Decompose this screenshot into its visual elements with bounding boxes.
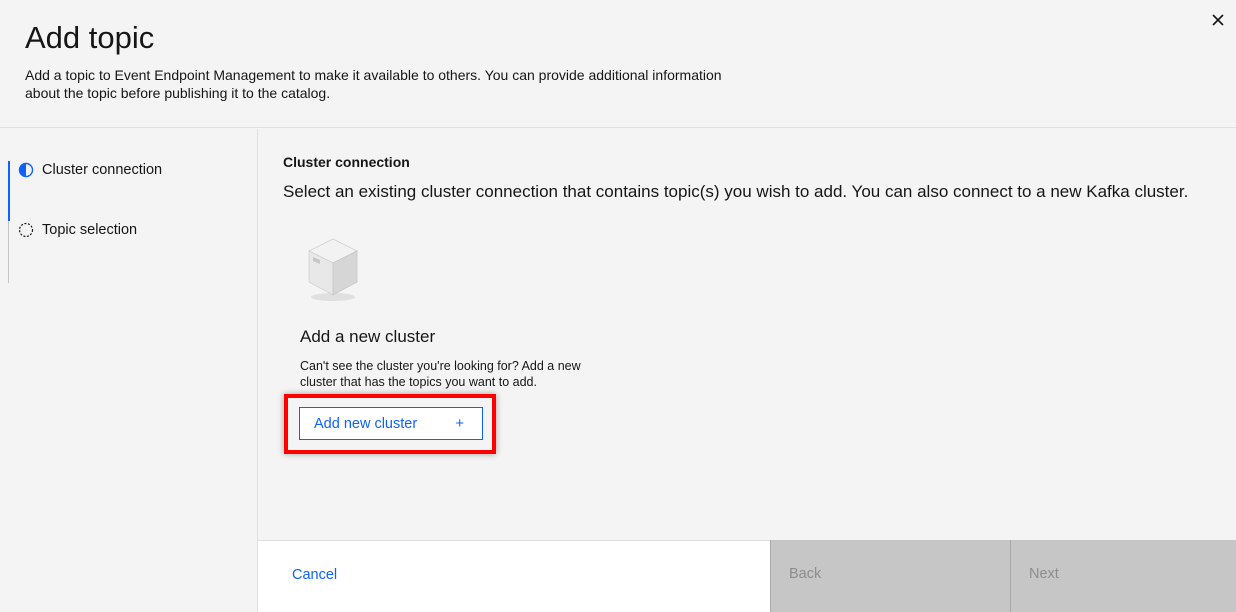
step-label: Cluster connection <box>42 162 163 178</box>
close-icon <box>1212 14 1224 26</box>
step-track <box>8 221 9 283</box>
step-topic-selection[interactable]: Topic selection <box>18 222 137 238</box>
close-button[interactable] <box>1206 8 1230 32</box>
cube-icon <box>308 238 358 301</box>
half-filled-circle-icon <box>18 162 34 178</box>
add-new-cluster-button[interactable]: Add new cluster + <box>299 407 483 440</box>
plus-icon: + <box>455 415 464 432</box>
cancel-button[interactable]: Cancel <box>258 540 770 612</box>
current-step-indicator <box>8 161 10 221</box>
card-title: Add a new cluster <box>300 327 436 346</box>
next-button[interactable]: Next <box>1010 540 1236 612</box>
step-label: Topic selection <box>42 222 138 238</box>
step-cluster-connection[interactable]: Cluster connection <box>18 162 162 178</box>
modal-header: Add topic Add a topic to Event Endpoint … <box>0 0 1236 128</box>
modal-footer: Cancel Back Next <box>258 540 1236 612</box>
section-description: Select an existing cluster connection th… <box>283 182 1189 201</box>
section-title: Cluster connection <box>283 154 410 170</box>
card-description: Can't see the cluster you're looking for… <box>300 359 581 389</box>
back-button[interactable]: Back <box>770 540 1010 612</box>
dashed-circle-icon <box>18 222 34 238</box>
add-topic-modal: Add topic Add a topic to Event Endpoint … <box>0 0 1236 612</box>
page-title: Add topic <box>25 20 155 55</box>
page-subtitle: Add a topic to Event Endpoint Management… <box>25 67 722 101</box>
progress-stepper <box>0 129 258 612</box>
main-content: Cluster connection Select an existing cl… <box>258 129 1236 540</box>
add-new-cluster-label: Add new cluster <box>314 415 418 432</box>
